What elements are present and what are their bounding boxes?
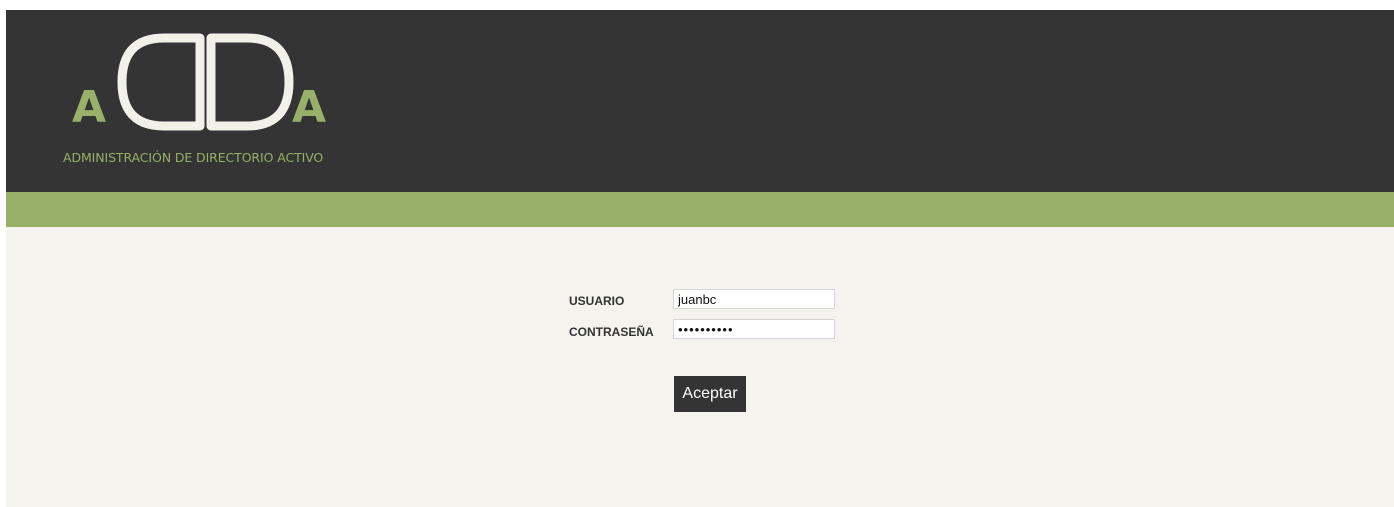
username-label: USUARIO — [569, 294, 625, 308]
header: A A ADMINISTRACIÓN DE DIRECTORIO ACTIVO — [6, 10, 1394, 192]
header-accent-bar — [6, 192, 1394, 227]
logo-subtitle: ADMINISTRACIÓN DE DIRECTORIO ACTIVO — [63, 150, 324, 165]
login-form: USUARIO CONTRASEÑA Aceptar — [6, 227, 1394, 507]
password-label: CONTRASEÑA — [569, 325, 654, 339]
accept-button[interactable]: Aceptar — [674, 376, 746, 412]
app-logo: A A ADMINISTRACIÓN DE DIRECTORIO ACTIVO — [6, 10, 406, 192]
svg-text:A: A — [292, 82, 326, 133]
password-input[interactable] — [673, 319, 835, 339]
login-page: A A ADMINISTRACIÓN DE DIRECTORIO ACTIVO … — [6, 10, 1394, 507]
svg-text:A: A — [72, 82, 106, 133]
username-input[interactable] — [673, 289, 835, 309]
